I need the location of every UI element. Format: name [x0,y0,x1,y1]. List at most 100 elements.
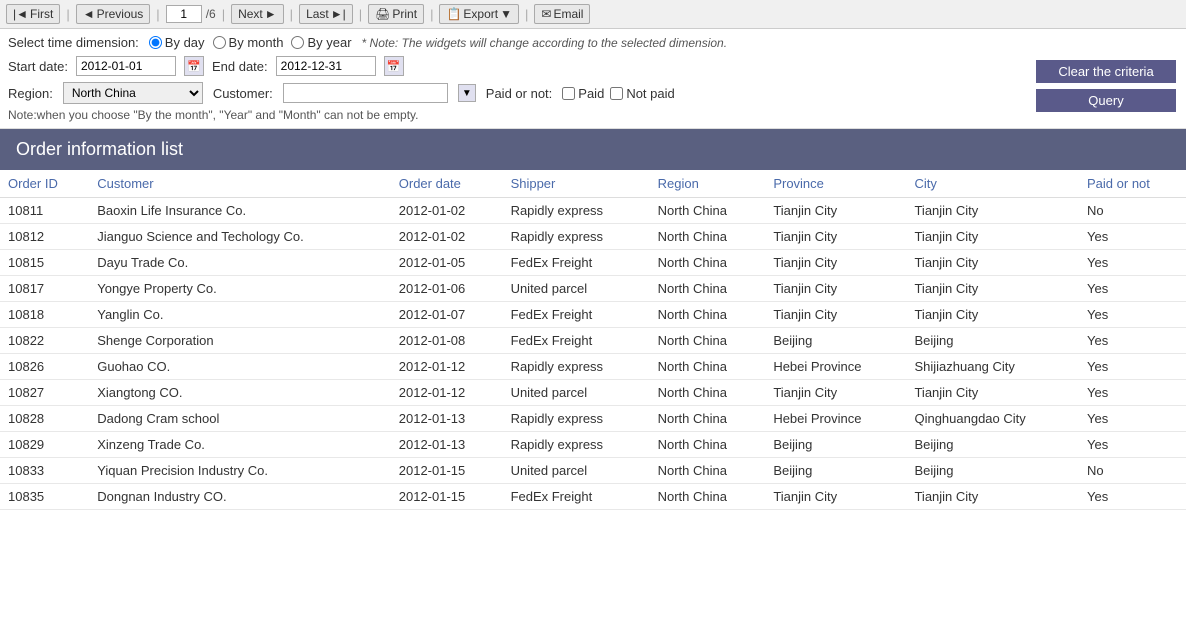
by-month-radio[interactable] [213,36,226,49]
cell-3: Rapidly express [503,224,650,250]
col-region[interactable]: Region [650,170,766,198]
by-day-radio-label[interactable]: By day [149,35,205,50]
col-order-id[interactable]: Order ID [0,170,89,198]
cell-3: United parcel [503,276,650,302]
cell-0: 10829 [0,432,89,458]
col-shipper[interactable]: Shipper [503,170,650,198]
btn-panel: Clear the criteria Query [1036,60,1176,112]
by-day-radio[interactable] [149,36,162,49]
cell-4: North China [650,484,766,510]
cell-0: 10835 [0,484,89,510]
end-date-calendar-btn[interactable]: 📅 [384,56,404,76]
table-row: 10815Dayu Trade Co.2012-01-05FedEx Freig… [0,250,1186,276]
table-row: 10817Yongye Property Co.2012-01-06United… [0,276,1186,302]
query-button[interactable]: Query [1036,89,1176,112]
customer-input[interactable] [283,83,448,103]
email-button[interactable]: ✉ Email [534,4,590,24]
cell-7: Yes [1079,224,1186,250]
cell-6: Beijing [906,458,1079,484]
by-year-radio-label[interactable]: By year [291,35,351,50]
start-date-label: Start date: [8,59,68,74]
col-province[interactable]: Province [765,170,906,198]
paid-checkbox[interactable] [562,87,575,100]
export-icon: 📋 [446,7,461,21]
col-customer[interactable]: Customer [89,170,391,198]
cell-4: North China [650,276,766,302]
customer-dropdown-btn[interactable]: ▼ [458,84,476,102]
cell-4: North China [650,380,766,406]
cell-6: Tianjin City [906,224,1079,250]
first-button[interactable]: |◄ First [6,4,60,24]
col-paid-or-not[interactable]: Paid or not [1079,170,1186,198]
export-arrow-icon: ▼ [500,7,512,21]
by-day-text: By day [165,35,205,50]
cell-3: FedEx Freight [503,484,650,510]
notpaid-checkbox-label[interactable]: Not paid [610,86,674,101]
export-label: Export [463,7,498,21]
export-button[interactable]: 📋 Export ▼ [439,4,519,24]
notpaid-checkbox[interactable] [610,87,623,100]
cell-2: 2012-01-15 [391,484,503,510]
cell-6: Tianjin City [906,484,1079,510]
previous-label: Previous [97,7,144,21]
cell-3: Rapidly express [503,198,650,224]
cell-5: Tianjin City [765,198,906,224]
col-city[interactable]: City [906,170,1079,198]
time-dimension-row: Select time dimension: By day By month B… [8,35,1178,50]
customer-label: Customer: [213,86,273,101]
cell-1: Dongnan Industry CO. [89,484,391,510]
table-row: 10827Xiangtong CO.2012-01-12United parce… [0,380,1186,406]
table-row: 10811Baoxin Life Insurance Co.2012-01-02… [0,198,1186,224]
next-button[interactable]: Next ► [231,4,284,24]
cell-4: North China [650,432,766,458]
prev-icon: ◄ [83,7,95,21]
by-year-radio[interactable] [291,36,304,49]
col-order-date[interactable]: Order date [391,170,503,198]
clear-criteria-button[interactable]: Clear the criteria [1036,60,1176,83]
cell-5: Beijing [765,458,906,484]
page-input[interactable] [166,5,202,23]
cell-0: 10812 [0,224,89,250]
end-date-label: End date: [212,59,268,74]
cell-5: Hebei Province [765,354,906,380]
cell-5: Tianjin City [765,276,906,302]
table-body: 10811Baoxin Life Insurance Co.2012-01-02… [0,198,1186,510]
previous-button[interactable]: ◄ Previous [76,4,151,24]
cell-1: Xinzeng Trade Co. [89,432,391,458]
cell-6: Tianjin City [906,302,1079,328]
notpaid-text: Not paid [626,86,674,101]
cell-3: United parcel [503,458,650,484]
table-row: 10822Shenge Corporation2012-01-08FedEx F… [0,328,1186,354]
last-button[interactable]: Last ►| [299,4,353,24]
region-select[interactable]: North China [63,82,203,104]
cell-1: Dadong Cram school [89,406,391,432]
print-label: Print [392,7,417,21]
cell-3: FedEx Freight [503,302,650,328]
cell-0: 10828 [0,406,89,432]
cell-6: Qinghuangdao City [906,406,1079,432]
sep6: | [428,7,435,22]
start-date-input[interactable] [76,56,176,76]
cell-1: Shenge Corporation [89,328,391,354]
cell-5: Beijing [765,432,906,458]
email-icon: ✉ [541,7,551,21]
cell-0: 10827 [0,380,89,406]
warning-note: Note:when you choose "By the month", "Ye… [8,108,1178,122]
by-month-radio-label[interactable]: By month [213,35,284,50]
cell-7: Yes [1079,380,1186,406]
cell-7: Yes [1079,432,1186,458]
sep1: | [64,7,71,22]
time-dimension-group: By day By month By year [149,35,352,50]
cell-2: 2012-01-13 [391,406,503,432]
cell-1: Xiangtong CO. [89,380,391,406]
start-date-calendar-btn[interactable]: 📅 [184,56,204,76]
cell-6: Shijiazhuang City [906,354,1079,380]
cell-3: FedEx Freight [503,250,650,276]
table-row: 10812Jianguo Science and Techology Co.20… [0,224,1186,250]
next-icon: ► [265,7,277,21]
first-label: First [30,7,53,21]
paid-checkbox-label[interactable]: Paid [562,86,604,101]
print-button[interactable]: 🖨 Print [368,4,424,24]
cell-7: No [1079,458,1186,484]
end-date-input[interactable] [276,56,376,76]
